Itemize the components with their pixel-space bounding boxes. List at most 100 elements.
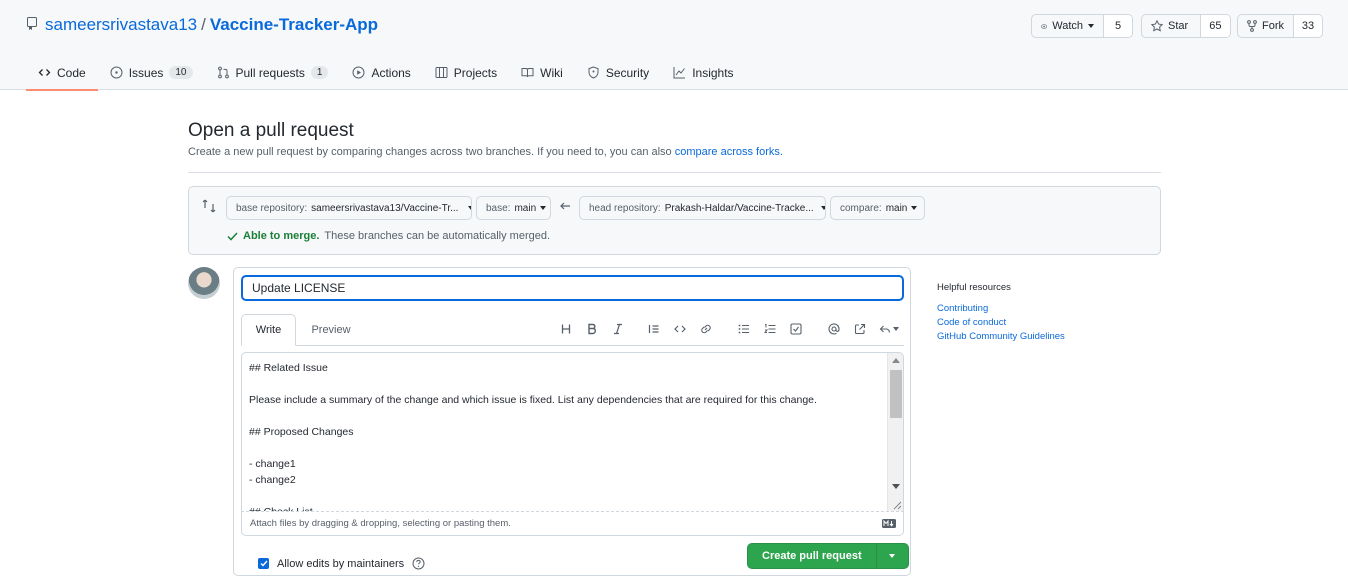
mention-icon[interactable] (821, 319, 847, 339)
chevron-down-icon (468, 206, 471, 210)
heading-icon[interactable] (553, 319, 579, 339)
contributing-link[interactable]: Contributing (937, 302, 1065, 316)
code-icon (38, 69, 51, 76)
arrow-left-icon (560, 202, 570, 210)
tab-write[interactable]: Write (241, 314, 296, 346)
base-branch-select[interactable]: base: main (476, 196, 551, 220)
tab-actions[interactable]: Actions (340, 55, 422, 90)
base-branch-value: main (514, 202, 537, 214)
ordered-list-icon[interactable] (757, 319, 783, 339)
repo-owner-link[interactable]: sameersrivastava13 (45, 15, 197, 34)
chevron-down-icon (820, 206, 825, 210)
markdown-toolbar-group-4 (821, 319, 905, 339)
page-subtitle: Create a new pull request by comparing c… (188, 146, 783, 158)
star-button[interactable]: Star 65 (1141, 14, 1231, 38)
markdown-icon[interactable] (882, 519, 896, 528)
star-count[interactable]: 65 (1199, 15, 1230, 37)
link-icon[interactable] (693, 319, 719, 339)
avatar[interactable] (188, 267, 220, 299)
tab-insights[interactable]: Insights (661, 55, 745, 90)
create-pull-request-button[interactable]: Create pull request (747, 543, 909, 569)
editor-scrollbar[interactable] (887, 353, 903, 511)
unordered-list-icon[interactable] (731, 319, 757, 339)
compare-branch-select[interactable]: compare: main (830, 196, 925, 220)
repo-header: sameersrivastava13/Vaccine-Tracker-App W… (0, 0, 1348, 91)
repo-separator: / (201, 15, 206, 34)
chevron-down-icon (893, 327, 899, 331)
compare-across-forks-link[interactable]: compare across forks. (675, 146, 783, 158)
watch-count[interactable]: 5 (1103, 15, 1132, 37)
base-repository-label: base repository: (236, 202, 308, 214)
tab-label: Security (605, 65, 650, 80)
bold-icon[interactable] (579, 319, 605, 339)
scroll-up-arrow[interactable] (892, 358, 900, 363)
tab-preview[interactable]: Preview (300, 314, 362, 346)
scroll-thumb[interactable] (890, 370, 902, 418)
issues-count-badge: 10 (169, 66, 193, 79)
tab-label: Actions (371, 65, 411, 80)
star-icon (1151, 20, 1163, 32)
tab-projects[interactable]: Projects (423, 55, 509, 90)
reply-icon[interactable] (873, 319, 905, 339)
tab-label: Insights (692, 65, 734, 80)
create-pull-request-label[interactable]: Create pull request (748, 544, 877, 568)
body-line: - change2 (249, 474, 296, 486)
markdown-toolbar-group-3 (731, 319, 809, 339)
italic-icon[interactable] (605, 319, 631, 339)
body-line (249, 488, 879, 504)
check-icon (260, 560, 268, 567)
table-icon (435, 67, 448, 78)
allow-edits-label: Allow edits by maintainers (277, 557, 405, 570)
chevron-down-icon (1088, 24, 1094, 28)
allow-edits-checkbox[interactable] (258, 558, 269, 569)
tab-wiki[interactable]: Wiki (509, 55, 575, 90)
tab-security[interactable]: Security (575, 55, 661, 90)
body-textarea[interactable]: ## Related Issue Please include a summar… (241, 352, 904, 512)
code-of-conduct-link[interactable]: Code of conduct (937, 316, 1065, 330)
base-branch-label: base: (486, 202, 511, 214)
resize-handle-icon[interactable] (890, 498, 902, 510)
body-text: ## Related Issue Please include a summar… (249, 360, 879, 511)
fork-label: Fork (1262, 20, 1284, 32)
tab-pull-requests[interactable]: Pull requests 1 (205, 55, 341, 90)
head-repository-select[interactable]: head repository: Prakash-Haldar/Vaccine-… (579, 196, 826, 220)
watch-button[interactable]: Watch 5 (1031, 14, 1133, 38)
shield-icon (588, 66, 599, 79)
repo-name-link[interactable]: Vaccine-Tracker-App (210, 15, 378, 34)
compare-swap-icon (202, 199, 216, 213)
fork-button[interactable]: Fork 33 (1237, 14, 1323, 38)
markdown-toolbar (553, 319, 631, 339)
chevron-down-icon (911, 206, 918, 210)
create-options-dropdown[interactable] (877, 544, 908, 568)
body-line (249, 440, 879, 456)
community-guidelines-link[interactable]: GitHub Community Guidelines (937, 330, 1065, 344)
head-repository-label: head repository: (589, 202, 661, 214)
body-line: ## Proposed Changes (249, 426, 354, 438)
reference-icon[interactable] (847, 319, 873, 339)
quote-icon[interactable] (641, 319, 667, 339)
compare-branch-label: compare: (840, 202, 882, 214)
title-input[interactable] (241, 275, 904, 301)
tab-code[interactable]: Code (26, 55, 98, 91)
branch-compare-box: base repository: sameersrivastava13/Vacc… (188, 186, 1161, 255)
fork-count[interactable]: 33 (1293, 15, 1322, 37)
tab-label: Wiki (540, 65, 563, 80)
helpful-resources: Helpful resources Contributing Code of c… (937, 282, 1065, 344)
allow-edits: Allow edits by maintainers (258, 557, 425, 570)
pull-requests-count-badge: 1 (310, 66, 329, 79)
code-icon[interactable] (667, 319, 693, 339)
scroll-down-arrow[interactable] (892, 484, 900, 489)
tab-label: Pull requests (235, 65, 305, 80)
pull-request-icon (217, 66, 229, 79)
markdown-toolbar-group-2 (641, 319, 719, 339)
base-repository-select[interactable]: base repository: sameersrivastava13/Vacc… (226, 196, 472, 220)
star-label: Star (1168, 20, 1189, 32)
tab-issues[interactable]: Issues 10 (98, 55, 205, 90)
attach-files-bar[interactable]: Attach files by dragging & dropping, sel… (241, 511, 904, 536)
attach-files-text: Attach files by dragging & dropping, sel… (250, 518, 511, 529)
question-icon[interactable] (412, 557, 425, 570)
merge-status-message: These branches can be automatically merg… (324, 230, 551, 242)
watch-label: Watch (1052, 20, 1083, 32)
helpful-resources-heading: Helpful resources (937, 282, 1011, 293)
task-list-icon[interactable] (783, 319, 809, 339)
